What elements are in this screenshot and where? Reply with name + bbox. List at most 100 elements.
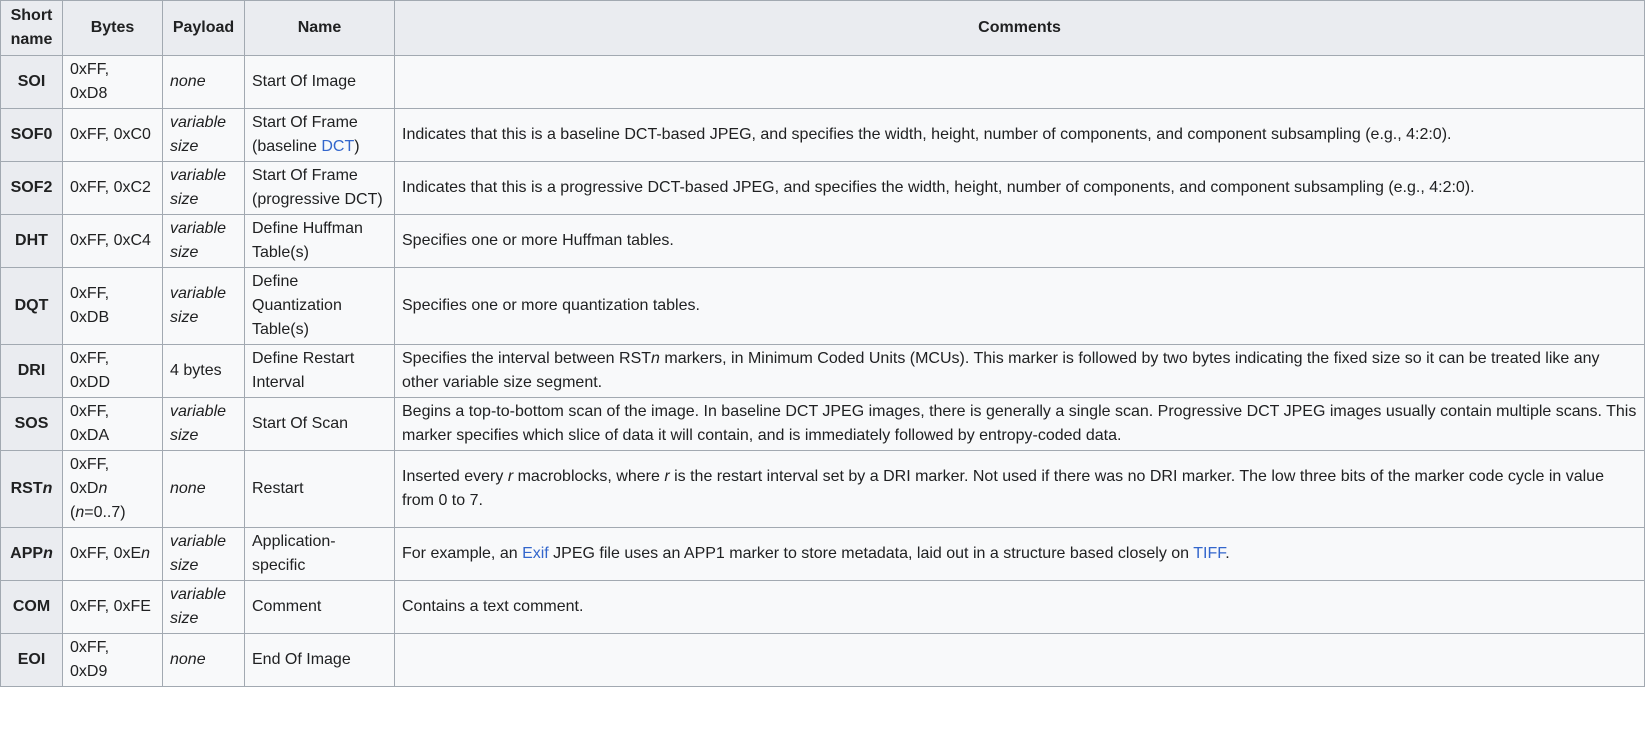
tiff-link[interactable]: TIFF bbox=[1193, 545, 1225, 562]
cell-short-name-sos: SOS bbox=[1, 398, 63, 451]
cell-payload-dqt: variable size bbox=[163, 268, 245, 345]
table-row-dqt: DQT 0xFF, 0xDB variable sizeDefine Quantiza… bbox=[1, 268, 1645, 345]
cell-bytes-soi: 0xFF,0xD8 bbox=[63, 56, 163, 109]
text: =0..7) bbox=[84, 504, 125, 521]
text: Comment bbox=[252, 598, 321, 615]
jpeg-markers-table: Short nameBytesPayloadNameComments SOI0x… bbox=[0, 0, 1645, 687]
italic-text: n bbox=[141, 545, 150, 562]
cell-short-name-sof0: SOF0 bbox=[1, 109, 63, 162]
cell-short-name-dht: DHT bbox=[1, 215, 63, 268]
cell-short-name-appn: APPn bbox=[1, 528, 63, 581]
table-row-dht: DHT 0xFF, 0xC4 variable size Define Huffman… bbox=[1, 215, 1645, 268]
text: Define Restart Interval bbox=[252, 350, 354, 391]
italic-text: variable size bbox=[170, 167, 226, 208]
cell-short-name-dqt: DQT bbox=[1, 268, 63, 345]
cell-payload-soi: none bbox=[163, 56, 245, 109]
text: 0xFF, bbox=[70, 639, 109, 656]
cell-comments-eoi bbox=[395, 634, 1645, 687]
text: Specifies one or more Huffman tables. bbox=[402, 232, 674, 249]
text: 0xD9 bbox=[70, 663, 107, 680]
cell-bytes-sof2: 0xFF, 0xC2 bbox=[63, 162, 163, 215]
cell-payload-sos: variable size bbox=[163, 398, 245, 451]
cell-bytes-com: 0xFF, 0xFE bbox=[63, 581, 163, 634]
cell-bytes-dqt: 0xFF, 0xDB bbox=[63, 268, 163, 345]
italic-text: variable size bbox=[170, 586, 226, 627]
cell-bytes-eoi: 0xFF, 0xD9 bbox=[63, 634, 163, 687]
text: 0xFF, bbox=[70, 350, 109, 367]
cell-name-soi: Start Of Image bbox=[245, 56, 395, 109]
cell-payload-sof0: variable size bbox=[163, 109, 245, 162]
text: 0xFF, 0xE bbox=[70, 545, 141, 562]
text: 0xFF, 0xC4 bbox=[70, 232, 151, 249]
text: 0xFF, 0xC2 bbox=[70, 179, 151, 196]
column-header-bytes: Bytes bbox=[63, 1, 163, 56]
text: DRI bbox=[18, 362, 46, 379]
table-row-dri: DRI0xFF,0xDD4 bytesDefine Restart Interv… bbox=[1, 345, 1645, 398]
text: ) bbox=[354, 138, 359, 155]
text: End Of Image bbox=[252, 651, 351, 668]
text: Specifies one or more quantization table… bbox=[402, 297, 700, 314]
cell-payload-sof2: variable size bbox=[163, 162, 245, 215]
text: DHT bbox=[15, 232, 48, 249]
text: 0xDB bbox=[70, 309, 109, 326]
cell-name-rstn: Restart bbox=[245, 451, 395, 528]
table-row-sof2: SOF2 0xFF, 0xC2 variable size Start Of Fram… bbox=[1, 162, 1645, 215]
text: Start Of Scan bbox=[252, 415, 348, 432]
cell-bytes-sos: 0xFF,0xDA bbox=[63, 398, 163, 451]
cell-payload-appn: variable size bbox=[163, 528, 245, 581]
italic-text: n bbox=[98, 480, 107, 497]
cell-comments-appn: For example, an Exif JPEG file uses an A… bbox=[395, 528, 1645, 581]
italic-text: variable size bbox=[170, 403, 226, 444]
cell-bytes-rstn: 0xFF,0xDn(n=0..7) bbox=[63, 451, 163, 528]
text: 0xD8 bbox=[70, 85, 107, 102]
text: APP bbox=[10, 545, 43, 562]
text: 0xDD bbox=[70, 374, 110, 391]
column-header-payload: Payload bbox=[163, 1, 245, 56]
cell-short-name-soi: SOI bbox=[1, 56, 63, 109]
text: Start Of Frame (progressive DCT) bbox=[252, 167, 383, 208]
cell-payload-rstn: none bbox=[163, 451, 245, 528]
text: . bbox=[1225, 545, 1229, 562]
table-row-eoi: EOI 0xFF, 0xD9 none End Of Image bbox=[1, 634, 1645, 687]
cell-name-dqt: Define Quantization Table(s) bbox=[245, 268, 395, 345]
cell-comments-sof0: Indicates that this is a baseline DCT-ba… bbox=[395, 109, 1645, 162]
text: SOS bbox=[15, 415, 49, 432]
italic-text: variable size bbox=[170, 114, 226, 155]
exif-link[interactable]: Exif bbox=[522, 545, 549, 562]
cell-comments-sof2: Indicates that this is a progressive DCT… bbox=[395, 162, 1645, 215]
italic-text: none bbox=[170, 73, 206, 90]
text: EOI bbox=[18, 651, 46, 668]
text: JPEG file uses an APP1 marker to store m… bbox=[549, 545, 1193, 562]
italic-text: n bbox=[43, 480, 53, 497]
cell-name-appn: Application-specific bbox=[245, 528, 395, 581]
cell-name-eoi: End Of Image bbox=[245, 634, 395, 687]
cell-short-name-sof2: SOF2 bbox=[1, 162, 63, 215]
cell-comments-dri: Specifies the interval between RSTn mark… bbox=[395, 345, 1645, 398]
cell-name-sof0: Start Of Frame (baseline DCT) bbox=[245, 109, 395, 162]
text: 0xFF, bbox=[70, 285, 109, 302]
text: macroblocks, where bbox=[513, 468, 664, 485]
italic-text: n bbox=[651, 350, 660, 367]
text: SOF0 bbox=[11, 126, 53, 143]
text: For example, an bbox=[402, 545, 522, 562]
cell-comments-com: Contains a text comment. bbox=[395, 581, 1645, 634]
text: SOI bbox=[18, 73, 46, 90]
text: Begins a top-to-bottom scan of the image… bbox=[402, 403, 1636, 444]
italic-text: variable size bbox=[170, 220, 226, 261]
cell-name-sos: Start Of Scan bbox=[245, 398, 395, 451]
cell-short-name-eoi: EOI bbox=[1, 634, 63, 687]
text: SOF2 bbox=[11, 179, 53, 196]
italic-text: none bbox=[170, 651, 206, 668]
column-header-name: Name bbox=[245, 1, 395, 56]
cell-bytes-dht: 0xFF, 0xC4 bbox=[63, 215, 163, 268]
cell-short-name-com: COM bbox=[1, 581, 63, 634]
text: Indicates that this is a progressive DCT… bbox=[402, 179, 1475, 196]
cell-short-name-rstn: RSTn bbox=[1, 451, 63, 528]
cell-payload-dht: variable size bbox=[163, 215, 245, 268]
text: Define Huffman Table(s) bbox=[252, 220, 363, 261]
dct-link[interactable]: DCT bbox=[321, 138, 354, 155]
cell-short-name-dri: DRI bbox=[1, 345, 63, 398]
text: 0xFF, bbox=[70, 456, 109, 473]
text: 0xDA bbox=[70, 427, 109, 444]
cell-name-sof2: Start Of Frame (progressive DCT) bbox=[245, 162, 395, 215]
